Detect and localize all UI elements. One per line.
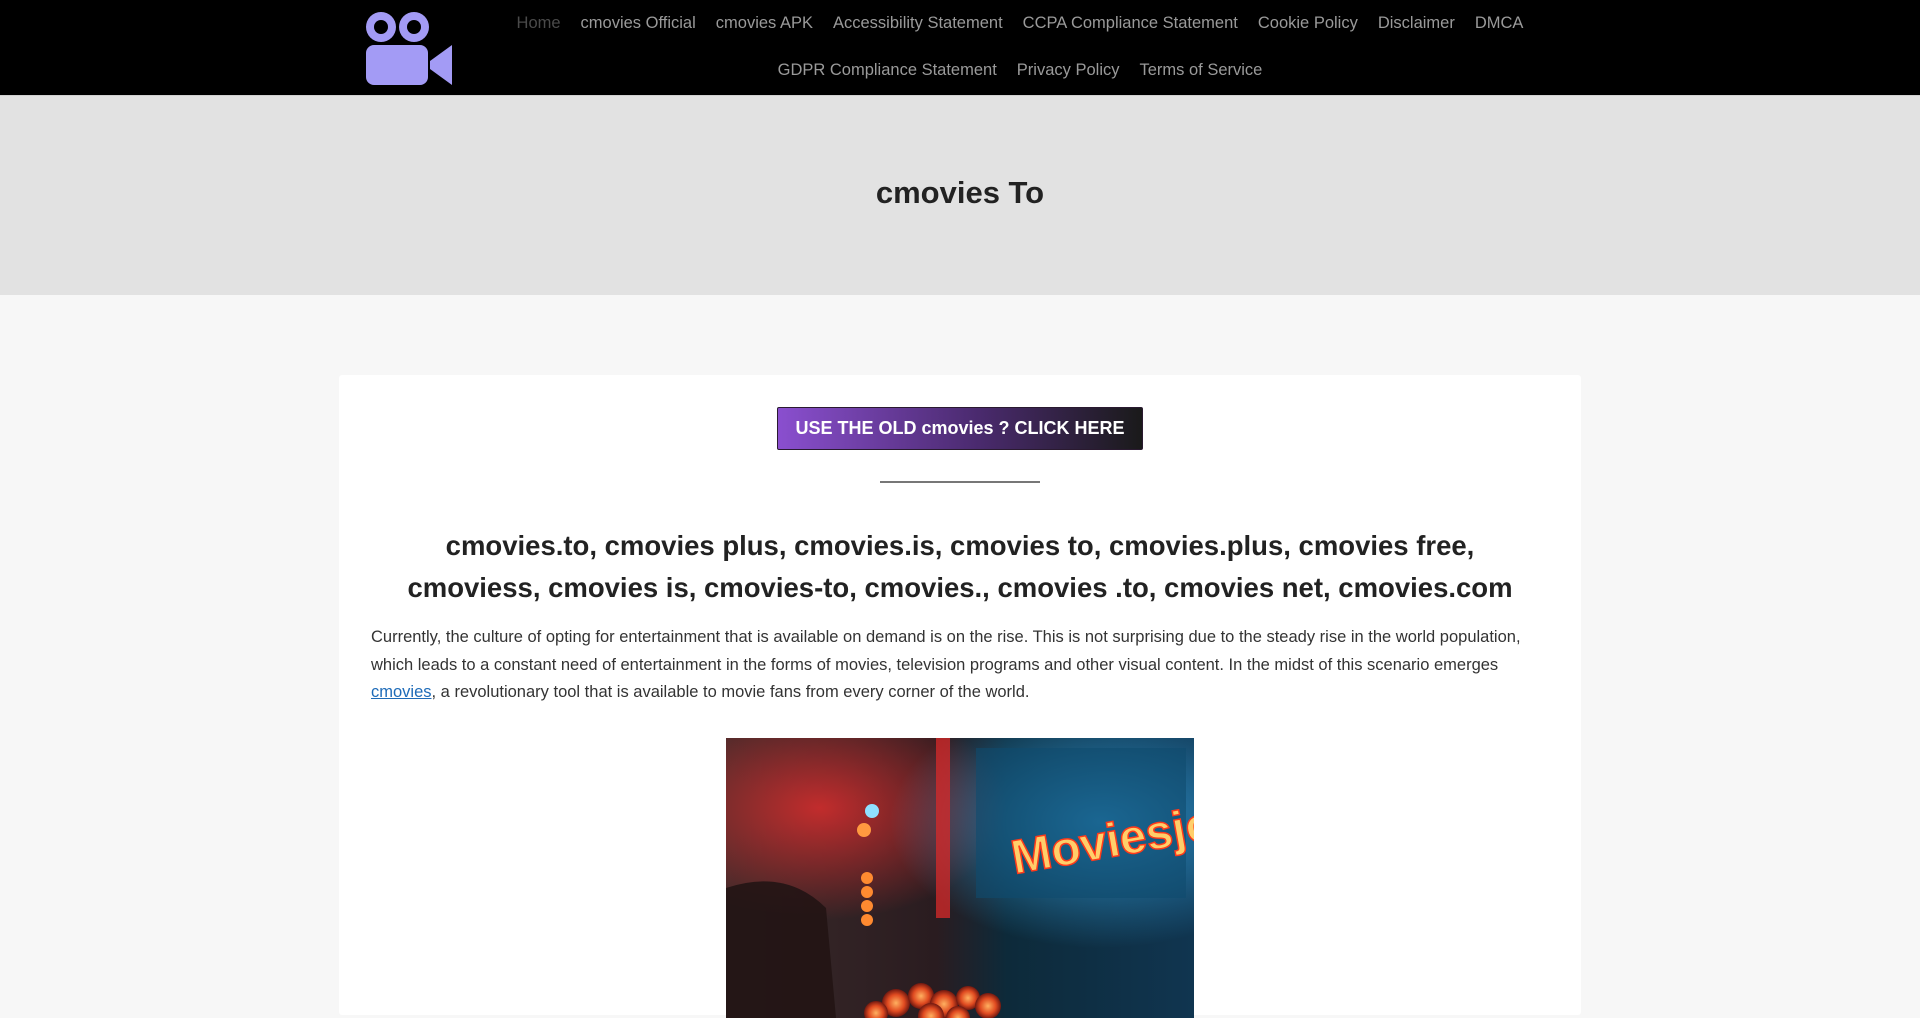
video-camera-icon bbox=[366, 12, 452, 85]
nav-link-cmovies-official[interactable]: cmovies Official bbox=[571, 0, 706, 47]
popcorn-tv-image: Moviesjoy bbox=[726, 738, 1194, 1018]
cmovies-link[interactable]: cmovies bbox=[371, 683, 432, 701]
nav-link-disclaimer[interactable]: Disclaimer bbox=[1368, 0, 1465, 47]
intro-text-start: Currently, the culture of opting for ent… bbox=[371, 628, 1521, 674]
divider bbox=[880, 481, 1040, 483]
intro-paragraph: Currently, the culture of opting for ent… bbox=[371, 624, 1551, 707]
site-header: Home cmovies Official cmovies APK Accessibi… bbox=[0, 0, 1920, 95]
nav-link-accessibility-statement[interactable]: Accessibility Statement bbox=[823, 0, 1013, 47]
page-hero: cmovies To bbox=[0, 95, 1920, 295]
intro-text-end: , a revolutionary tool that is available… bbox=[431, 683, 1030, 701]
nav-link-home[interactable]: Home bbox=[507, 0, 571, 47]
nav-link-dmca[interactable]: DMCA bbox=[1465, 0, 1534, 47]
nav-link-terms-of-service[interactable]: Terms of Service bbox=[1130, 47, 1273, 94]
nav-link-ccpa-compliance-statement[interactable]: CCPA Compliance Statement bbox=[1013, 0, 1248, 47]
page-title: cmovies To bbox=[875, 175, 1045, 210]
main-nav: Home cmovies Official cmovies APK Accessibi… bbox=[480, 0, 1560, 95]
nav-link-gdpr-compliance-statement[interactable]: GDPR Compliance Statement bbox=[768, 47, 1007, 94]
site-logo[interactable] bbox=[362, 7, 454, 87]
keywords-heading: cmovies.to, cmovies plus, cmovies.is, cm… bbox=[407, 530, 1513, 603]
nav-link-cmovies-apk[interactable]: cmovies APK bbox=[706, 0, 823, 47]
nav-link-privacy-policy[interactable]: Privacy Policy bbox=[1007, 47, 1130, 94]
old-site-button[interactable]: USE THE OLD cmovies ? CLICK HERE bbox=[777, 407, 1143, 450]
nav-link-cookie-policy[interactable]: Cookie Policy bbox=[1248, 0, 1368, 47]
content-card: USE THE OLD cmovies ? CLICK HERE cmovies… bbox=[339, 375, 1581, 1018]
